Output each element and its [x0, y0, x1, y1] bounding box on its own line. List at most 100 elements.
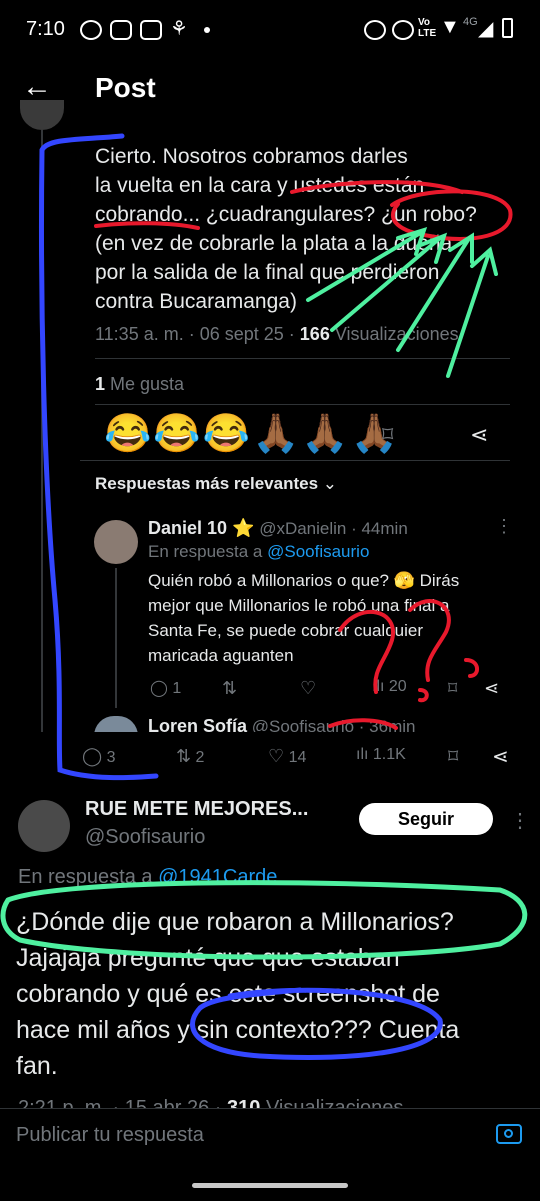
reply-text-line: Santa Fe, se puede cobrar cualquier — [148, 621, 424, 640]
status-time: 7:10 — [26, 18, 65, 40]
reply-post-text-line: Jajajaja pregunté que que estaban — [16, 944, 400, 972]
reply-to-prefix: En respuesta a — [18, 866, 153, 888]
fork-icon: ⚘ — [170, 18, 188, 40]
reply-to-handle[interactable]: @Soofisaurio — [267, 542, 369, 561]
reply-icon: ◯ — [150, 680, 168, 697]
views-icon: ılı — [356, 746, 369, 763]
reply-text: Quién robó a Millonarios o que? 🫣 Dirás … — [148, 568, 508, 668]
avatar[interactable] — [94, 520, 138, 564]
more-notifications-icon — [204, 27, 210, 33]
views-button[interactable]: ılı 20 — [372, 678, 407, 696]
post-timestamp: 11:35 a. m. · 06 sept 25 · — [95, 324, 295, 344]
thread-line — [41, 130, 43, 780]
home-indicator[interactable] — [192, 1183, 348, 1188]
threads-icon — [80, 20, 102, 40]
do-not-disturb-icon — [392, 20, 414, 40]
divider — [95, 404, 510, 405]
reply-composer-input[interactable]: Publicar tu respuesta — [16, 1124, 204, 1147]
divider — [80, 460, 510, 461]
alarm-icon — [364, 20, 386, 40]
instagram-icon — [140, 20, 162, 40]
post-text-line: la vuelta en la cara y ustedes están — [95, 174, 425, 197]
emoji: 😂 — [104, 413, 154, 455]
post-text: Cierto. Nosotros cobramos darles la vuel… — [95, 142, 525, 316]
post-text-line: Cierto. Nosotros cobramos darles — [95, 145, 408, 168]
thread-line — [115, 568, 117, 708]
volte-icon: Vo LTE — [418, 17, 437, 39]
reply-post-text-line: fan. — [16, 1052, 58, 1080]
reply-text-line: mejor que Millonarios le robó una final … — [148, 596, 450, 615]
reply-count: 1 — [172, 680, 182, 697]
top-bar — [0, 60, 540, 120]
emoji: 🙏🏾 — [251, 413, 302, 455]
reply-button[interactable]: ◯ 1 — [150, 678, 181, 698]
like-button[interactable]: ♡ 14 — [268, 746, 306, 767]
reply-to-prefix: En respuesta a — [148, 542, 263, 561]
repost-icon[interactable]: ⇅ — [222, 678, 237, 699]
share-icon[interactable]: ⋖ — [492, 744, 509, 769]
more-options-icon[interactable]: ⋮ — [510, 808, 530, 833]
like-icon: ♡ — [268, 746, 285, 766]
reply-header: Loren Sofía @Soofisaurio · 36min — [148, 716, 415, 732]
reply-to-handle[interactable]: @1941Carde — [158, 866, 277, 888]
reply-author-name[interactable]: Daniel 10 ⭐ — [148, 518, 254, 538]
like-count: 14 — [288, 749, 307, 766]
reply-author-name[interactable]: Loren Sofía — [148, 716, 247, 732]
author-display-name[interactable]: RUE METE MEJORES... — [85, 798, 308, 821]
reply-button[interactable]: ◯ 3 — [82, 746, 116, 767]
wifi-icon: ▼ — [440, 16, 460, 38]
share-icon[interactable]: ⋖ — [484, 678, 499, 699]
emoji-reaction-row: 😂😂😂🙏🏾🙏🏾🙏🏾 — [104, 412, 400, 456]
views-icon: ılı — [372, 678, 385, 695]
replies-sort-label: Respuestas más relevantes — [95, 474, 319, 493]
camera-icon[interactable] — [496, 1124, 522, 1144]
reply-post-text-line: hace mil años y sin contexto??? Cuenta — [16, 1016, 460, 1044]
post-text-line: (en vez de cobrarle la plata a la dueña — [95, 232, 453, 255]
avatar[interactable] — [18, 800, 70, 852]
emoji: 😂 — [202, 413, 252, 455]
chat-icon — [110, 20, 132, 40]
follow-button[interactable]: Seguir — [359, 803, 493, 835]
status-bar: 7:10 ⚘ Vo LTE ▼ 4G ◢ — [0, 0, 540, 60]
reply-icon: ◯ — [82, 746, 103, 766]
signal-icon: ◢ — [478, 18, 494, 40]
back-arrow-icon[interactable]: ← — [22, 70, 52, 104]
post-text-line: contra Bucaramanga) — [95, 290, 297, 313]
more-options-icon[interactable]: ⋮ — [495, 516, 513, 537]
reply-text-line: Quién robó a Millonarios o que? 🫣 Dirás — [148, 571, 460, 590]
page-title: Post — [95, 72, 156, 103]
reply-post-text: ¿Dónde dije que robaron a Millonarios? J… — [16, 904, 531, 1084]
reply-post-meta: 2:21 p. m. · 15 abr 26 · 310 Visualizaci… — [18, 1094, 403, 1108]
repost-button[interactable]: ⇅ 2 — [176, 746, 204, 767]
emoji: 🙏🏾 — [301, 413, 351, 455]
repost-count: 2 — [195, 749, 205, 766]
likes-count: 1 — [95, 374, 106, 394]
reply-views-count: 20 — [388, 678, 407, 695]
reply-author-handle: @xDanielin · 44min — [259, 519, 408, 538]
reply-count: 3 — [106, 749, 116, 766]
views-button[interactable]: ılı 1.1K — [356, 746, 406, 764]
views-count: 1.1K — [372, 746, 406, 763]
reply-to-line: En respuesta a @1941Carde — [18, 866, 277, 889]
network-type: 4G — [463, 16, 478, 28]
reply-author-handle: @Soofisaurio · 36min — [251, 717, 416, 732]
author-handle: @Soofisaurio — [85, 826, 206, 848]
bookmark-icon[interactable]: ⌑ — [382, 422, 393, 448]
post-text-line: cobrando... ¿cuadrangulares? ¿un robo? — [95, 203, 477, 226]
bookmark-icon[interactable]: ⌑ — [448, 678, 457, 699]
like-icon[interactable]: ♡ — [300, 678, 316, 699]
reply-post-text-line: cobrando y qué es este screenshot de — [16, 980, 440, 1008]
replies-sort-dropdown[interactable]: Respuestas más relevantes ⌄ — [95, 474, 337, 494]
bookmark-icon[interactable]: ⌑ — [448, 744, 458, 769]
likes-summary[interactable]: 1 Me gusta — [95, 374, 184, 395]
repost-icon: ⇅ — [176, 746, 192, 766]
avatar[interactable] — [20, 100, 64, 130]
reply-post-views-label: Visualizaciones — [265, 1097, 404, 1108]
chevron-down-icon: ⌄ — [322, 474, 338, 493]
views-label: Visualizaciones — [334, 324, 459, 344]
battery-icon — [502, 18, 513, 38]
divider — [95, 358, 510, 359]
reply-text-line: maricada aguanten — [148, 646, 294, 665]
views-count: 166 — [299, 324, 330, 344]
share-icon[interactable]: ⋖ — [470, 422, 488, 448]
